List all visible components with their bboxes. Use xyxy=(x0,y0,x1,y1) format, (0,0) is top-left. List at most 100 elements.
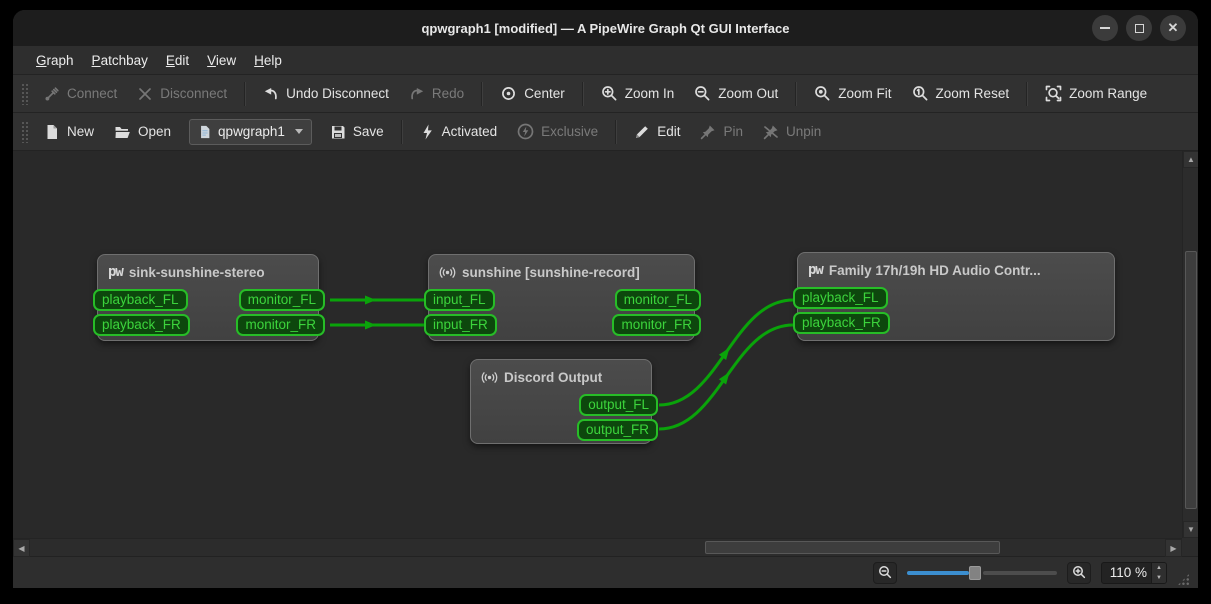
exclusive-button[interactable]: Exclusive xyxy=(507,117,608,147)
redo-icon xyxy=(411,87,424,99)
close-icon: ✕ xyxy=(1167,20,1179,35)
profile-select-value: qpwgraph1 xyxy=(218,124,285,139)
zoom-fit-button[interactable]: Zoom Fit xyxy=(804,79,901,109)
vertical-scrollbar[interactable]: ▲ ▼ xyxy=(1182,151,1198,538)
titlebar[interactable]: qpwgraph1 [modified] — A PipeWire Graph … xyxy=(13,10,1198,46)
node-discord-output[interactable]: Discord Output output_FL output_FR xyxy=(470,359,658,444)
connect-button[interactable]: Connect xyxy=(34,79,127,109)
qpwgraph-window: qpwgraph1 [modified] — A PipeWire Graph … xyxy=(13,10,1198,588)
port-output_FL[interactable]: output_FL xyxy=(579,394,658,416)
node-title-text: sunshine [sunshine-record] xyxy=(462,264,640,280)
menu-help[interactable]: Help xyxy=(245,49,291,72)
port-input_FR[interactable]: input_FR xyxy=(424,314,497,336)
node-header: sunshine [sunshine-record] xyxy=(429,255,694,289)
horizontal-scrollbar[interactable]: ◀ ▶ xyxy=(13,538,1182,557)
patchbay-profile-select[interactable]: qpwgraph1 xyxy=(189,118,312,145)
node-sink-sunshine-stereo[interactable]: pw sink-sunshine-stereo playback_FL moni… xyxy=(93,254,325,341)
activated-bolt-icon xyxy=(423,124,432,139)
new-button[interactable]: New xyxy=(34,117,104,147)
menubar: Graph Patchbay Edit View Help xyxy=(13,46,1198,74)
port-input_FL[interactable]: input_FL xyxy=(424,289,495,311)
toolbar-separator xyxy=(481,81,484,106)
maximize-button[interactable] xyxy=(1126,15,1152,41)
horizontal-scroll-thumb[interactable] xyxy=(705,541,1000,554)
spinbox-arrows: ▲ ▼ xyxy=(1151,562,1166,583)
graph-viewport[interactable]: pw sink-sunshine-stereo playback_FL moni… xyxy=(13,151,1198,538)
chevron-down-icon xyxy=(294,129,303,134)
open-folder-icon xyxy=(115,126,130,138)
zoom-reset-icon xyxy=(912,86,927,101)
stream-icon xyxy=(439,266,456,278)
zoom-out-icon xyxy=(878,566,891,579)
port-playback_FL[interactable]: playback_FL xyxy=(93,289,188,311)
spin-up-icon[interactable]: ▲ xyxy=(1152,562,1166,573)
minimize-icon xyxy=(1100,27,1110,29)
port-monitor_FL[interactable]: monitor_FL xyxy=(238,289,325,311)
port-monitor_FR[interactable]: monitor_FR xyxy=(612,314,701,336)
stream-icon xyxy=(481,371,498,383)
zoom-slider[interactable] xyxy=(907,565,1057,581)
menu-view[interactable]: View xyxy=(198,49,245,72)
port-playback_FR[interactable]: playback_FR xyxy=(93,314,190,336)
menu-graph[interactable]: Graph xyxy=(27,49,83,72)
unpin-icon xyxy=(763,125,778,139)
pipewire-icon: pw xyxy=(808,262,824,278)
node-header: pw sink-sunshine-stereo xyxy=(98,255,318,289)
scroll-down-icon[interactable]: ▼ xyxy=(1183,521,1198,538)
menu-edit[interactable]: Edit xyxy=(157,49,198,72)
unpin-button[interactable]: Unpin xyxy=(753,117,831,147)
node-header: pw Family 17h/19h HD Audio Contr... xyxy=(798,253,1114,287)
scroll-left-icon[interactable]: ◀ xyxy=(13,539,30,557)
zoom-spinbox[interactable]: 110 % ▲ ▼ xyxy=(1101,561,1167,584)
scroll-right-icon[interactable]: ▶ xyxy=(1165,539,1182,557)
undo-disconnect-button[interactable]: Undo Disconnect xyxy=(253,79,399,109)
save-button[interactable]: Save xyxy=(320,117,394,147)
zoom-in-button[interactable]: Zoom In xyxy=(591,79,685,109)
toolbar-separator xyxy=(244,81,247,106)
scrollbar-corner xyxy=(1182,538,1198,556)
zoom-slider-track-empty xyxy=(983,570,1057,575)
toolbar-drag-handle[interactable] xyxy=(21,120,28,143)
port-output_FR[interactable]: output_FR xyxy=(576,419,658,441)
toolbar-separator xyxy=(581,81,584,106)
statusbar-zoom-out-button[interactable] xyxy=(873,561,897,584)
close-button[interactable]: ✕ xyxy=(1160,15,1186,41)
graph-canvas[interactable]: pw sink-sunshine-stereo playback_FL moni… xyxy=(13,150,1198,557)
resize-grip[interactable] xyxy=(1177,573,1190,586)
zoom-range-button[interactable]: Zoom Range xyxy=(1035,79,1157,109)
minimize-button[interactable] xyxy=(1092,15,1118,41)
port-playback_FR[interactable]: playback_FR xyxy=(793,312,890,334)
vertical-scroll-thumb[interactable] xyxy=(1185,251,1197,509)
new-file-icon xyxy=(47,124,57,139)
node-family-hd-audio[interactable]: pw Family 17h/19h HD Audio Contr... play… xyxy=(793,252,1115,341)
redo-button[interactable]: Redo xyxy=(399,79,474,109)
edit-button[interactable]: Edit xyxy=(624,117,690,147)
open-button[interactable]: Open xyxy=(104,117,181,147)
pin-button[interactable]: Pin xyxy=(690,117,753,147)
wire-arrow-icon xyxy=(365,295,376,305)
activated-button[interactable]: Activated xyxy=(410,117,508,147)
node-title-text: sink-sunshine-stereo xyxy=(128,264,265,280)
scroll-up-icon[interactable]: ▲ xyxy=(1183,151,1198,168)
zoom-in-icon xyxy=(1072,566,1085,579)
window-controls: ✕ xyxy=(1092,15,1186,41)
zoom-out-icon xyxy=(695,86,710,101)
zoom-slider-handle[interactable] xyxy=(969,565,981,580)
zoom-reset-button[interactable]: Zoom Reset xyxy=(902,79,1020,109)
zoom-out-button[interactable]: Zoom Out xyxy=(684,79,788,109)
node-sunshine[interactable]: sunshine [sunshine-record] input_FL moni… xyxy=(424,254,701,341)
desktop: qpwgraph1 [modified] — A PipeWire Graph … xyxy=(0,0,1211,604)
statusbar: 110 % ▲ ▼ xyxy=(13,556,1198,588)
exclusive-bolt-icon xyxy=(517,123,534,140)
disconnect-button[interactable]: Disconnect xyxy=(127,79,237,109)
toolbar-drag-handle[interactable] xyxy=(21,82,28,105)
port-monitor_FR[interactable]: monitor_FR xyxy=(236,314,325,336)
port-monitor_FL[interactable]: monitor_FL xyxy=(614,289,701,311)
spin-down-icon[interactable]: ▼ xyxy=(1152,572,1166,583)
statusbar-zoom-in-button[interactable] xyxy=(1067,561,1091,584)
center-button[interactable]: Center xyxy=(490,79,575,109)
window-title: qpwgraph1 [modified] — A PipeWire Graph … xyxy=(421,20,790,36)
menu-patchbay[interactable]: Patchbay xyxy=(83,49,157,72)
connection-wires xyxy=(329,295,794,431)
port-playback_FL[interactable]: playback_FL xyxy=(793,287,888,309)
